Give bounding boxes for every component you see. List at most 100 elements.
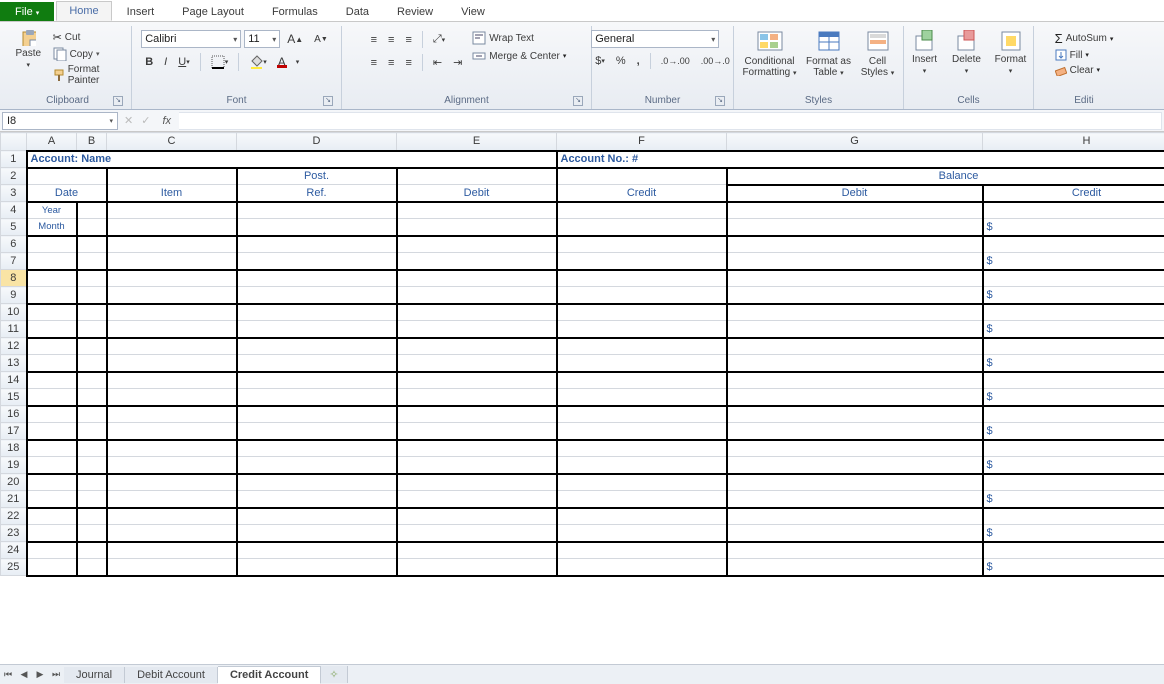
cell[interactable]: Balance bbox=[728, 169, 1164, 184]
conditional-formatting-button[interactable]: Conditional Formatting ▾ bbox=[740, 28, 800, 79]
cell[interactable]: Month bbox=[28, 219, 76, 235]
cell[interactable]: $- bbox=[984, 253, 1164, 269]
cell[interactable]: $- bbox=[984, 525, 1164, 541]
row-header[interactable]: 12 bbox=[1, 338, 27, 355]
cell-styles-button[interactable]: Cell Styles ▾ bbox=[858, 28, 898, 79]
row-header[interactable]: 17 bbox=[1, 423, 27, 440]
row-header[interactable]: 11 bbox=[1, 321, 27, 338]
col-header[interactable]: B bbox=[77, 133, 107, 151]
font-size-combo[interactable]: 11▾ bbox=[244, 30, 280, 48]
sheet-nav-next[interactable]: ▶ bbox=[32, 667, 48, 683]
row-header[interactable]: 16 bbox=[1, 406, 27, 423]
tab-data[interactable]: Data bbox=[333, 2, 382, 21]
cell[interactable]: $- bbox=[984, 423, 1164, 439]
cell[interactable]: $- bbox=[984, 219, 1164, 235]
tab-formulas[interactable]: Formulas bbox=[259, 2, 331, 21]
increase-decimal-button[interactable]: .0→.00 bbox=[657, 54, 694, 68]
row-header[interactable]: 7 bbox=[1, 253, 27, 270]
percent-button[interactable]: % bbox=[612, 53, 630, 69]
sheet-tab-debit-account[interactable]: Debit Account bbox=[125, 667, 218, 683]
delete-cells-button[interactable]: Delete▾ bbox=[949, 28, 985, 77]
align-right-button[interactable]: ≡ bbox=[401, 55, 415, 71]
sheet-nav-prev[interactable]: ◀ bbox=[16, 667, 32, 683]
italic-button[interactable]: I bbox=[160, 54, 171, 70]
row-header[interactable]: 5 bbox=[1, 219, 27, 236]
autosum-button[interactable]: ΣAutoSum▾ bbox=[1055, 31, 1114, 46]
row-header[interactable]: 10 bbox=[1, 304, 27, 321]
cell[interactable]: $- bbox=[984, 287, 1164, 303]
underline-button[interactable]: U▾ bbox=[174, 54, 193, 70]
worksheet-grid[interactable]: A B C D E F G H 1 Account: Name Account … bbox=[0, 132, 1164, 662]
row-header[interactable]: 23 bbox=[1, 525, 27, 542]
tab-home[interactable]: Home bbox=[56, 1, 111, 21]
sheet-nav-last[interactable]: ⏭ bbox=[48, 667, 64, 683]
row-header[interactable]: 19 bbox=[1, 457, 27, 474]
cell[interactable]: $- bbox=[984, 491, 1164, 507]
col-header[interactable]: A bbox=[27, 133, 77, 151]
sheet-tab-journal[interactable]: Journal bbox=[64, 667, 125, 683]
cell[interactable]: Year bbox=[28, 203, 76, 219]
row-header[interactable]: 8 bbox=[1, 270, 27, 287]
formula-input[interactable] bbox=[179, 112, 1162, 130]
tab-insert[interactable]: Insert bbox=[114, 2, 168, 21]
col-header[interactable]: E bbox=[397, 133, 557, 151]
wrap-text-button[interactable]: Wrap Text bbox=[472, 31, 566, 45]
row-header[interactable]: 24 bbox=[1, 542, 27, 559]
tab-file[interactable]: File ▾ bbox=[0, 2, 54, 21]
borders-button[interactable]: ▾ bbox=[207, 53, 233, 71]
row-header[interactable]: 2 bbox=[1, 168, 27, 185]
row-header[interactable]: 3 bbox=[1, 185, 27, 202]
row-header[interactable]: 14 bbox=[1, 372, 27, 389]
fx-icon[interactable]: fx bbox=[154, 115, 179, 127]
new-sheet-button[interactable]: ✧ bbox=[321, 666, 347, 683]
row-header[interactable]: 22 bbox=[1, 508, 27, 525]
row-header[interactable]: 9 bbox=[1, 287, 27, 304]
name-box[interactable]: I8▾ bbox=[2, 112, 118, 130]
orientation-button[interactable]: ⤢▾ bbox=[429, 31, 449, 48]
number-format-combo[interactable]: General▾ bbox=[591, 30, 719, 48]
format-as-table-button[interactable]: Format as Table ▾ bbox=[806, 28, 852, 79]
merge-center-button[interactable]: Merge & Center▾ bbox=[472, 49, 566, 63]
tab-page-layout[interactable]: Page Layout bbox=[169, 2, 257, 21]
decrease-indent-button[interactable]: ⇤ bbox=[429, 54, 446, 71]
format-cells-button[interactable]: Format▾ bbox=[991, 28, 1031, 77]
cell[interactable]: Credit bbox=[984, 186, 1164, 201]
cell[interactable]: $- bbox=[984, 321, 1164, 337]
col-header[interactable]: C bbox=[107, 133, 237, 151]
align-center-button[interactable]: ≡ bbox=[384, 55, 398, 71]
cell[interactable]: Account: Name bbox=[28, 152, 556, 167]
format-painter-button[interactable]: Format Painter bbox=[53, 64, 125, 86]
select-all-cell[interactable] bbox=[1, 133, 27, 151]
font-name-combo[interactable]: Calibri▾ bbox=[141, 30, 241, 48]
accounting-format-button[interactable]: $▾ bbox=[591, 53, 609, 69]
col-header[interactable]: D bbox=[237, 133, 397, 151]
cut-button[interactable]: ✂Cut bbox=[53, 31, 125, 44]
row-header[interactable]: 18 bbox=[1, 440, 27, 457]
fill-button[interactable]: Fill▾ bbox=[1055, 49, 1114, 61]
copy-button[interactable]: Copy▾ bbox=[53, 47, 125, 61]
cell[interactable]: $- bbox=[984, 355, 1164, 371]
row-header[interactable]: 21 bbox=[1, 491, 27, 508]
cell[interactable]: Account No.: # bbox=[558, 152, 1164, 167]
align-left-button[interactable]: ≡ bbox=[367, 55, 381, 71]
insert-cells-button[interactable]: Insert▾ bbox=[907, 28, 943, 77]
col-header[interactable]: H bbox=[983, 133, 1164, 151]
cell[interactable]: Ref. bbox=[238, 185, 396, 201]
clear-button[interactable]: Clear▾ bbox=[1055, 64, 1114, 76]
decrease-font-button[interactable]: A▼ bbox=[310, 32, 332, 47]
cell[interactable]: Post. bbox=[238, 169, 396, 185]
tab-view[interactable]: View bbox=[448, 2, 498, 21]
cell[interactable]: $- bbox=[984, 559, 1164, 575]
cell[interactable]: Credit bbox=[558, 185, 726, 201]
row-header[interactable]: 6 bbox=[1, 236, 27, 253]
bold-button[interactable]: B bbox=[141, 54, 157, 70]
row-header[interactable]: 20 bbox=[1, 474, 27, 491]
row-header[interactable]: 4 bbox=[1, 202, 27, 219]
font-dialog-launcher[interactable]: ↘ bbox=[323, 96, 333, 106]
row-header[interactable]: 15 bbox=[1, 389, 27, 406]
font-color-button[interactable]: A▾ bbox=[274, 53, 304, 71]
row-header[interactable]: 1 bbox=[1, 151, 27, 168]
fill-color-button[interactable]: ▾ bbox=[245, 53, 271, 71]
col-header[interactable]: F bbox=[557, 133, 727, 151]
number-dialog-launcher[interactable]: ↘ bbox=[715, 96, 725, 106]
